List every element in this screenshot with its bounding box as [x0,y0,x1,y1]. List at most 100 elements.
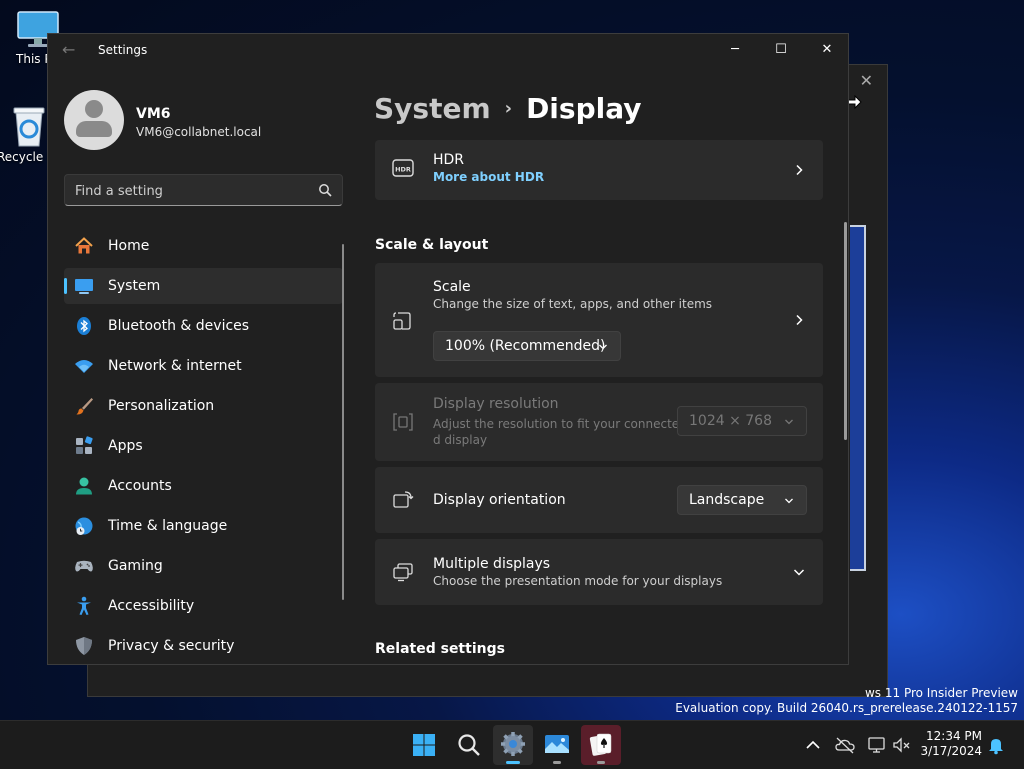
taskbar-solitaire-app[interactable] [581,725,621,765]
close-button[interactable]: ✕ [804,34,848,66]
taskbar-settings-app[interactable] [493,725,533,765]
avatar[interactable] [64,90,124,150]
system-icon [75,279,93,294]
sidebar-item-accounts[interactable]: Accounts [64,468,343,504]
multiple-displays-subtitle: Choose the presentation mode for your di… [433,574,723,588]
scale-icon [393,312,411,330]
watermark-build: Evaluation copy. Build 26040.rs_prerelea… [675,701,1018,715]
breadcrumb: System › Display [374,92,642,125]
sidebar-item-system[interactable]: System [64,268,343,304]
scale-subtitle: Change the size of text, apps, and other… [433,297,713,311]
scale-title: Scale [433,279,471,295]
start-button[interactable] [404,725,444,765]
clock[interactable]: 12:34 PM 3/17/2024 [918,729,982,759]
start-icon [413,734,435,756]
orientation-icon [393,491,414,508]
chevron-down-icon [599,344,607,350]
notification-bell-icon[interactable] [986,735,1006,755]
sidebar-item-gaming[interactable]: Gaming [64,548,343,584]
sidebar-item-apps[interactable]: Apps [64,428,343,464]
profile-name: VM6 [136,106,171,122]
settings-window[interactable]: ← Settings ─ ☐ ✕ VM6 VM6@collabnet.local… [47,33,849,665]
taskbar-photos-app[interactable] [537,725,577,765]
multiple-displays-card[interactable]: Multiple displays Choose the presentatio… [375,539,823,605]
sidebar-item-label: Apps [108,438,143,454]
resolution-subtitle-cont: d display [433,433,488,447]
resolution-title: Display resolution [433,396,559,412]
profile-email: VM6@collabnet.local [136,125,262,139]
resolution-subtitle: Adjust the resolution to fit your connec… [433,417,680,431]
minimize-button[interactable]: ─ [712,34,758,66]
sidebar-nav: Home System Bluetooth & devices Network … [64,228,343,664]
section-header-related-settings: Related settings [375,641,505,657]
sidebar-scrollbar[interactable] [342,244,344,600]
recycle-bin-icon [13,107,45,147]
search-input[interactable] [65,175,317,207]
shield-icon [76,637,92,655]
display-orientation-card: Display orientation Landscape [375,467,823,533]
sidebar-item-label: Bluetooth & devices [108,318,250,334]
home-icon [75,237,93,254]
search-icon[interactable] [318,183,332,197]
sidebar-item-network[interactable]: Network & internet [64,348,343,384]
hdr-learn-more-link[interactable]: More about HDR [433,170,544,184]
solitaire-icon [589,733,612,756]
svg-text:HDR: HDR [395,166,411,174]
maximize-button[interactable]: ☐ [758,34,804,66]
chevron-right-icon [796,314,803,326]
bluetooth-icon [77,317,91,335]
selection-indicator [64,278,67,294]
resolution-dropdown-value: 1024 × 768 [689,413,772,429]
breadcrumb-parent[interactable]: System [374,92,491,125]
section-header-scale-layout: Scale & layout [375,237,489,253]
scale-card[interactable]: Scale Change the size of text, apps, and… [375,263,823,377]
sidebar-item-accessibility[interactable]: Accessibility [64,588,343,624]
gamepad-icon [75,560,93,572]
scale-dropdown-value: 100% (Recommended) [445,338,606,354]
wifi-icon [75,360,93,373]
sidebar-item-personalization[interactable]: Personalization [64,388,343,424]
sidebar-item-privacy[interactable]: Privacy & security [64,628,343,664]
search-box[interactable] [64,174,343,207]
hdr-icon: HDR [392,159,414,177]
apps-icon [76,436,93,454]
title-bar[interactable]: ← Settings ─ ☐ ✕ [48,34,848,66]
photos-icon [545,735,569,753]
multiple-displays-icon [393,563,413,582]
orientation-dropdown[interactable]: Landscape [677,485,807,515]
settings-icon [501,732,525,756]
display-resolution-card: Display resolution Adjust the resolution… [375,383,823,461]
sidebar-item-label: Time & language [108,518,228,534]
hdr-card[interactable]: HDR HDR More about HDR [375,140,823,200]
sidebar-item-label: Network & internet [108,358,242,374]
sidebar-item-label: Accounts [108,478,172,494]
watermark-edition: ws 11 Pro Insider Preview [864,686,1018,700]
search-icon [458,734,480,756]
sidebar-item-home[interactable]: Home [64,228,343,264]
resolution-dropdown: 1024 × 768 [677,406,807,436]
multiple-displays-title: Multiple displays [433,556,551,572]
scale-dropdown[interactable]: 100% (Recommended) [433,331,621,361]
chevron-up-icon[interactable] [803,735,823,755]
sidebar-item-label: Gaming [108,558,163,574]
sidebar-item-bluetooth[interactable]: Bluetooth & devices [64,308,343,344]
chevron-down-icon [785,419,793,425]
close-icon[interactable]: ✕ [860,71,873,90]
volume-muted-icon[interactable] [892,735,912,755]
brush-icon [76,398,93,415]
taskbar: 12:34 PM 3/17/2024 [0,720,1024,769]
accessibility-icon [77,596,91,615]
onedrive-icon[interactable] [835,735,855,755]
taskbar-search-button[interactable] [449,725,489,765]
orientation-title: Display orientation [433,492,566,508]
content-scrollbar[interactable] [844,222,847,440]
page-title: Display [526,92,642,125]
back-arrow-icon[interactable]: ← [62,40,82,60]
sidebar-item-label: Personalization [108,398,215,414]
network-icon[interactable] [867,735,887,755]
chevron-down-icon [793,569,805,576]
sidebar-item-label: Privacy & security [108,638,235,654]
hdr-title: HDR [433,152,465,168]
sidebar-item-time-language[interactable]: Time & language [64,508,343,544]
chevron-down-icon [785,498,793,504]
